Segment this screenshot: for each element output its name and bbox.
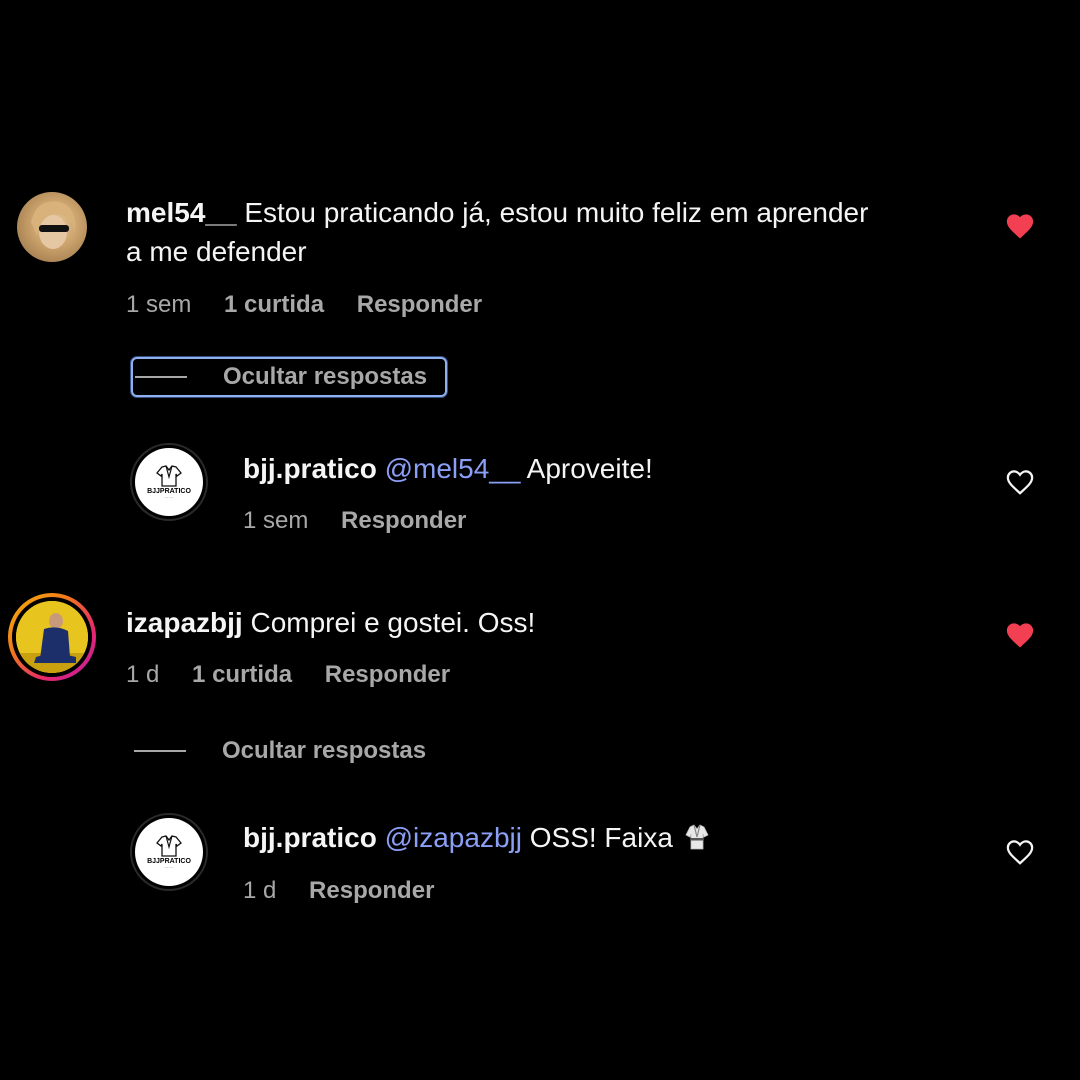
reply-username[interactable]: bjj.pratico [243,453,377,484]
reply-reply-button[interactable]: Responder [341,507,466,534]
heart-outline-icon[interactable] [1005,468,1035,496]
reply-button[interactable]: Responder [325,661,450,688]
reply-time: 1 sem [243,507,309,534]
comment-username[interactable]: izapazbjj [126,607,243,638]
comment-likes[interactable]: 1 curtida [192,661,292,688]
comment-meta: 1 sem 1 curtida Responder [126,291,508,319]
hide-replies-label: Ocultar respostas [222,737,427,764]
reply-mention[interactable]: @mel54__ [385,453,521,484]
brand-logo: BJJPRATICO ······· [135,818,203,886]
comment-body: izapazbjj Comprei e gostei. Oss! [126,603,535,642]
kimono-logo-icon [156,834,182,857]
avatar-bjj-pratico[interactable]: BJJPRATICO ······· [130,813,208,891]
comment-text: Comprei e gostei. Oss! [250,607,536,638]
kimono-icon [685,824,709,850]
heart-filled-icon[interactable] [1005,621,1035,649]
reply-text: Aproveite! [526,453,653,484]
brand-logo-subtitle: ······· [164,864,174,870]
comment-body: mel54__ Estou praticando já, estou muito… [126,193,986,271]
kimono-logo-icon [156,464,182,487]
avatar-mel54[interactable] [17,192,87,262]
reply-body: bjj.pratico @mel54__ Aproveite! [243,449,653,488]
heart-outline-icon[interactable] [1005,838,1035,866]
hide-replies-button[interactable]: Ocultar respostas [131,357,447,397]
comment-time: 1 d [126,661,160,688]
comment-meta: 1 d 1 curtida Responder [126,661,476,689]
comment-username[interactable]: mel54__ [126,197,237,228]
hide-replies-line [134,750,186,752]
reply-time: 1 d [243,877,277,904]
comment-likes[interactable]: 1 curtida [224,291,324,318]
avatar-bjj-pratico[interactable]: BJJPRATICO ······· [130,443,208,521]
heart-filled-icon[interactable] [1005,212,1035,240]
hide-replies-line [135,376,187,378]
reply-reply-button[interactable]: Responder [309,877,434,904]
reply-mention[interactable]: @izapazbjj [385,822,522,853]
hide-replies-button[interactable]: Ocultar respostas [134,731,426,771]
avatar-izapazbjj[interactable] [8,593,96,681]
brand-logo-subtitle: ······· [164,494,174,500]
comment-time: 1 sem [126,291,192,318]
reply-meta: 1 d Responder [243,877,460,905]
comment-text-line2: a me defender [126,236,307,267]
brand-logo: BJJPRATICO ······· [135,448,203,516]
reply-text: OSS! Faixa [529,822,673,853]
reply-meta: 1 sem Responder [243,507,492,535]
brand-logo-text: BJJPRATICO [147,857,191,865]
comment-text: Estou praticando já, estou muito feliz e… [244,197,869,228]
hide-replies-label: Ocultar respostas [223,363,428,390]
reply-button[interactable]: Responder [357,291,482,318]
reply-body: bjj.pratico @izapazbjj OSS! Faixa [243,818,709,857]
reply-username[interactable]: bjj.pratico [243,822,377,853]
brand-logo-text: BJJPRATICO [147,487,191,495]
